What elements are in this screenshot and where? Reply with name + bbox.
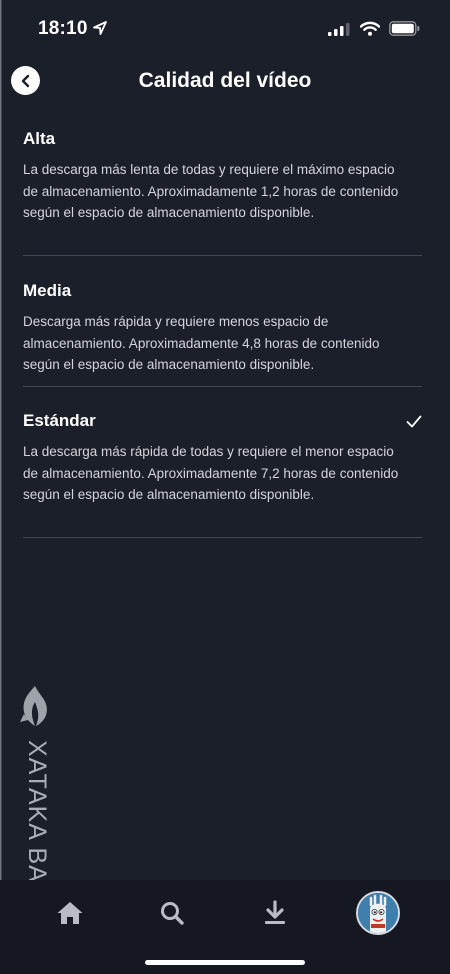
location-arrow-icon	[93, 21, 107, 35]
status-time: 18:10	[38, 18, 88, 39]
quality-option-estandar[interactable]: Estándar La descarga más rápida de todas…	[23, 410, 422, 506]
option-title: Alta	[23, 129, 56, 148]
xataka-logo-icon	[20, 686, 47, 726]
cellular-signal-icon	[328, 23, 350, 36]
status-bar: 18:10	[0, 0, 450, 58]
home-indicator[interactable]	[145, 960, 305, 965]
option-description: Descarga más rápida y requiere menos esp…	[23, 314, 380, 372]
quality-option-alta[interactable]: Alta La descarga más lenta de todas y re…	[23, 128, 422, 224]
option-description: La descarga más rápida de todas y requie…	[23, 444, 399, 502]
profile-avatar	[356, 891, 400, 935]
page-title: Calidad del vídeo	[138, 69, 312, 92]
checkmark-icon	[406, 415, 422, 428]
divider	[23, 386, 422, 387]
forky-avatar-icon	[358, 893, 398, 933]
home-icon	[57, 902, 83, 924]
wifi-icon	[360, 21, 380, 36]
divider	[23, 255, 422, 256]
download-icon	[265, 900, 285, 924]
nav-header: Calidad del vídeo	[0, 58, 450, 104]
watermark-line	[0, 0, 2, 960]
divider	[23, 537, 422, 538]
option-title: Estándar	[23, 411, 96, 430]
search-icon	[161, 902, 184, 925]
option-description: La descarga más lenta de todas y requier…	[23, 162, 399, 220]
option-title: Media	[23, 281, 72, 300]
quality-option-media[interactable]: Media Descarga más rápida y requiere men…	[23, 280, 422, 376]
tab-home[interactable]	[45, 888, 95, 938]
tab-search[interactable]	[147, 888, 197, 938]
tab-downloads[interactable]	[250, 888, 300, 938]
battery-icon	[389, 21, 420, 36]
tab-profile[interactable]	[353, 888, 403, 938]
